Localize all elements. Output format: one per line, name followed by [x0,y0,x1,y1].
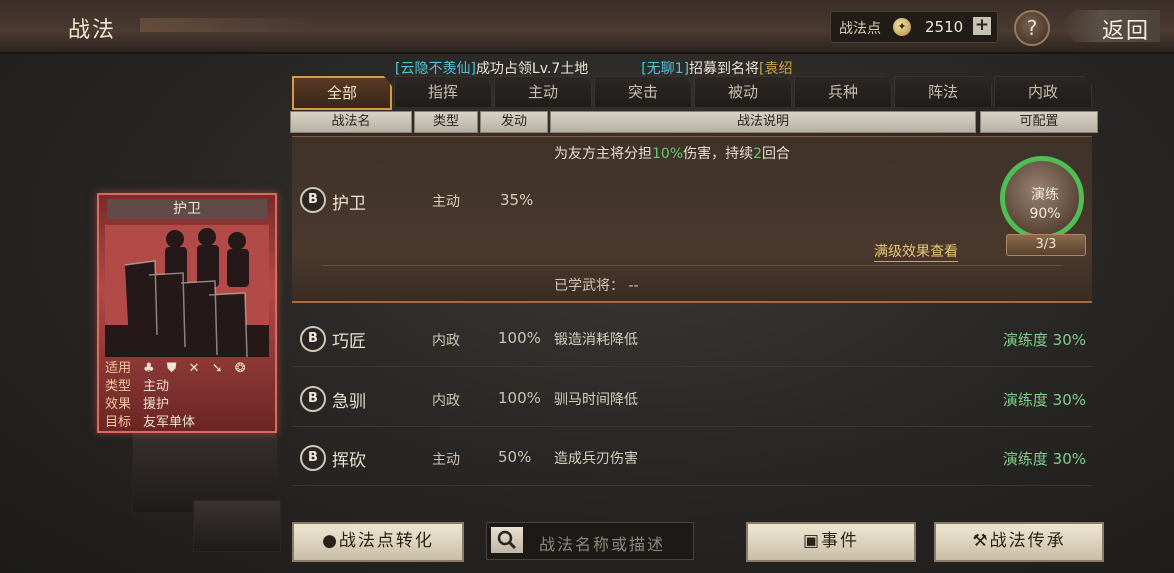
drill-label: 演练 [1031,187,1059,203]
col-type[interactable]: 类型 [414,111,478,133]
inherit-tactic-button[interactable]: ⚒战法传承 [934,522,1104,562]
selected-type: 主动 [432,194,460,210]
row-rate: 100% [498,389,541,407]
drill-count: 3/3 [1006,234,1086,256]
events-icon: ▣ [802,531,822,551]
points-value: 2510 [925,18,964,36]
tab-command[interactable]: 指挥 [394,76,492,107]
row-rate: 100% [498,329,541,347]
back-label: 返回 [1101,19,1150,44]
top-bar: 战法 战法点 ✦ 2510 + ? 返回 [0,0,1174,54]
row-drill: 演练度 30% [1002,450,1086,468]
row-desc: 驯马时间降低 [554,392,638,408]
col-desc: 战法说明 [550,111,976,133]
tab-internal[interactable]: 内政 [994,76,1092,107]
card-illustration [105,225,269,357]
col-name[interactable]: 战法名 [290,111,412,133]
events-button[interactable]: ▣事件 [746,522,916,562]
row-drill: 演练度 30% [1002,331,1086,349]
page-title: 战法 [68,18,117,43]
table-row[interactable]: B 急驯 内政 100% 驯马时间降低 演练度 30% [292,372,1092,427]
convert-icon: ● [322,531,339,551]
stacked-card[interactable] [193,500,281,552]
search-icon[interactable] [491,527,523,553]
ticker-text-2: 招募到名将 [689,61,760,77]
tactic-points-display: 战法点 ✦ 2510 + [830,11,998,43]
card-title: 护卫 [107,199,267,219]
grade-badge: B [300,187,326,213]
ticker-user-2[interactable]: [无聊1] [641,61,689,77]
drill-percent: 90% [1029,206,1061,222]
selected-tactic-detail[interactable]: 为友方主将分担10%伤害，持续2回合 B 护卫 主动 35% 满级效果查看 已学… [292,136,1092,303]
ticker-tail-2: [袁绍 [759,61,793,77]
grade-badge: B [300,445,326,471]
tab-passive[interactable]: 被动 [694,76,792,107]
selected-name: 护卫 [332,194,366,214]
convert-points-button[interactable]: ●战法点转化 [292,522,464,562]
tab-troop[interactable]: 兵种 [794,76,892,107]
title-ornament [140,18,320,32]
selected-rate: 35% [500,191,534,209]
row-name: 巧匠 [332,332,366,352]
card-info: 适用 ♣ ⛊ ✕ ➘ ❂ 类型 主动 效果 援护 目标 友军单体 [105,361,250,430]
row-type: 内政 [432,333,460,349]
drill-progress[interactable]: 演练 90% 3/3 [998,156,1090,256]
table-row[interactable]: B 挥砍 主动 50% 造成兵刃伤害 演练度 30% [292,431,1092,486]
broadcast-ticker: [云隐不羡仙]成功占领Lv.7土地 [无聊1]招募到名将[袁绍 [395,58,1095,78]
troop-type-icons: ♣ ⛊ ✕ ➘ ❂ [143,361,250,376]
category-tabs: 全部 指挥 主动 突击 被动 兵种 阵法 内政 [292,76,1092,110]
tab-formation[interactable]: 阵法 [894,76,992,107]
row-desc: 造成兵刃伤害 [554,451,638,467]
hammer-icon: ⚒ [972,531,990,551]
row-desc: 锻造消耗降低 [554,332,638,348]
tab-active[interactable]: 主动 [494,76,592,107]
points-coin-icon: ✦ [893,18,911,36]
row-rate: 50% [498,448,532,466]
row-drill: 演练度 30% [1002,391,1086,409]
grade-badge: B [300,386,326,412]
row-name: 急驯 [332,392,366,412]
grade-badge: B [300,326,326,352]
table-row[interactable]: B 巧匠 内政 100% 锻造消耗降低 演练度 30% [292,312,1092,367]
points-label: 战法点 [839,21,881,37]
tab-assault[interactable]: 突击 [594,76,692,107]
row-name: 挥砍 [332,451,366,471]
row-type: 主动 [432,452,460,468]
search-input[interactable]: 战法名称或描述 [486,522,694,560]
back-button[interactable]: 返回 [1060,10,1160,42]
detail-divider [322,265,1062,266]
learned-generals: 已学武将： -- [554,278,639,294]
col-config[interactable]: 可配置 [980,111,1098,133]
row-type: 内政 [432,393,460,409]
col-trigger[interactable]: 发动 [480,111,548,133]
column-header-row: 战法名 类型 发动 战法说明 可配置 [290,111,1098,133]
help-button[interactable]: ? [1014,10,1050,46]
add-points-button[interactable]: + [973,17,991,35]
ticker-user-1[interactable]: [云隐不羡仙] [395,61,476,77]
selected-description: 为友方主将分担10%伤害，持续2回合 [554,146,791,162]
max-level-effect-link[interactable]: 满级效果查看 [874,241,958,262]
search-placeholder: 战法名称或描述 [539,535,666,554]
tactic-card: 护卫 适用 ♣ ⛊ ✕ ➘ ❂ 类型 主动 效果 援护 目标 友军单体 [97,193,277,433]
tab-all[interactable]: 全部 [292,76,392,110]
ticker-text-1: 成功占领Lv.7土地 [475,61,589,77]
